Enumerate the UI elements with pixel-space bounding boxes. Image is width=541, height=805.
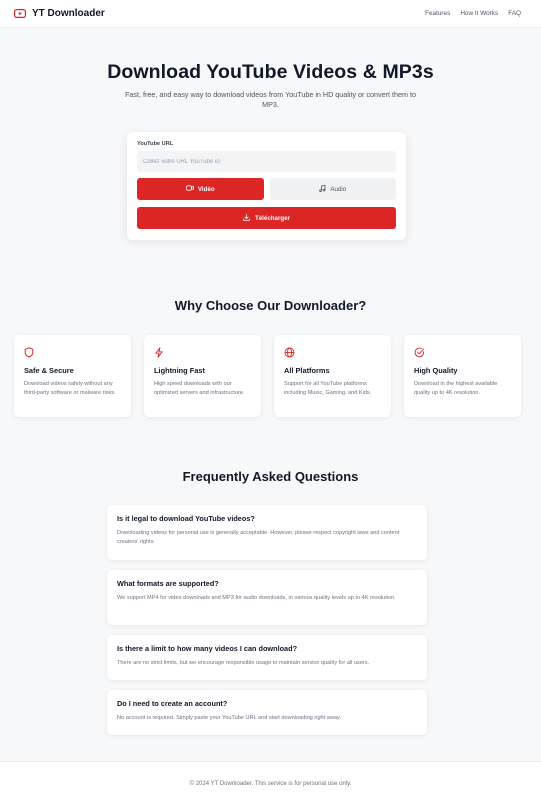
page-footer: © 2024 YT Downloader. This service is fo…: [0, 761, 541, 805]
feature-title: Safe & Secure: [24, 366, 74, 375]
faq-answer: We support MP4 for video downloads and M…: [117, 595, 396, 601]
feature-description: Download videos safely without any third…: [24, 381, 116, 396]
faq-question: Do I need to create an account?: [117, 699, 228, 708]
feature-card-platforms: All Platforms Support for all YouTube pl…: [274, 335, 391, 417]
youtube-play-icon: [14, 9, 26, 18]
feature-title: All Platforms: [284, 366, 330, 375]
video-camera-icon: [185, 185, 194, 193]
format-toggle: Vidéo Audio: [137, 178, 396, 200]
feature-description: Download in the highest available qualit…: [414, 381, 498, 396]
hero-title: Download YouTube Videos & MP3s: [107, 61, 434, 83]
features-grid: Safe & Secure Download videos safely wit…: [14, 335, 521, 417]
faq-item-formats[interactable]: What formats are supported? We support M…: [107, 570, 427, 625]
download-button[interactable]: Télécharger: [137, 207, 396, 229]
top-navbar: YT Downloader Features How It Works FAQ: [0, 0, 541, 28]
music-note-icon: [319, 184, 326, 194]
brand-logo[interactable]: YT Downloader: [14, 8, 105, 19]
main-nav: Features How It Works FAQ: [425, 10, 521, 17]
faq-title: Frequently Asked Questions: [182, 469, 359, 484]
download-button-label: Télécharger: [254, 214, 291, 222]
faq-question: What formats are supported?: [117, 579, 219, 588]
faq-answer: There are no strict limits, but we encou…: [117, 660, 370, 666]
globe-icon: [284, 345, 381, 358]
audio-mode-button[interactable]: Audio: [269, 178, 396, 200]
check-circle-icon: [414, 345, 511, 358]
faq-item-account[interactable]: Do I need to create an account? No accou…: [107, 690, 427, 735]
nav-link-faq[interactable]: FAQ: [508, 10, 521, 17]
faq-item-limit[interactable]: Is there a limit to how many videos I ca…: [107, 635, 427, 680]
faq-item-legal[interactable]: Is it legal to download YouTube videos? …: [107, 505, 427, 560]
brand-name: YT Downloader: [32, 8, 105, 19]
feature-title: Lightning Fast: [154, 366, 205, 375]
download-card: YouTube URL Vidéo Audio Télécharger: [127, 132, 406, 240]
feature-description: Support for all YouTube platforms includ…: [284, 381, 372, 396]
shield-icon: [24, 345, 121, 358]
faq-question: Is there a limit to how many videos I ca…: [117, 644, 298, 653]
hero-subtitle: Fast, free, and easy way to download vid…: [125, 90, 416, 109]
features-title: Why Choose Our Downloader?: [174, 298, 367, 313]
nav-link-features[interactable]: Features: [425, 10, 450, 17]
video-mode-button[interactable]: Vidéo: [137, 178, 264, 200]
nav-link-how-it-works[interactable]: How It Works: [460, 10, 498, 17]
lightning-icon: [154, 345, 251, 358]
video-mode-label: Vidéo: [197, 185, 215, 193]
faq-answer: Downloading videos for personal use is g…: [117, 530, 400, 545]
feature-description: High speed downloads with our optimized …: [154, 381, 245, 396]
feature-card-fast: Lightning Fast High speed downloads with…: [144, 335, 261, 417]
hero-section: Download YouTube Videos & MP3s Fast, fre…: [0, 61, 541, 110]
download-icon: [243, 213, 250, 223]
footer-copyright: © 2024 YT Downloader. This service is fo…: [189, 780, 352, 787]
feature-card-quality: High Quality Download in the highest ava…: [404, 335, 521, 417]
audio-mode-label: Audio: [330, 185, 347, 193]
faq-answer: No account is required. Simply paste you…: [117, 715, 341, 721]
youtube-url-input[interactable]: [137, 151, 396, 172]
faq-question: Is it legal to download YouTube videos?: [117, 514, 255, 523]
feature-title: High Quality: [414, 366, 458, 375]
url-label: YouTube URL: [137, 141, 174, 147]
feature-card-safe: Safe & Secure Download videos safely wit…: [14, 335, 131, 417]
